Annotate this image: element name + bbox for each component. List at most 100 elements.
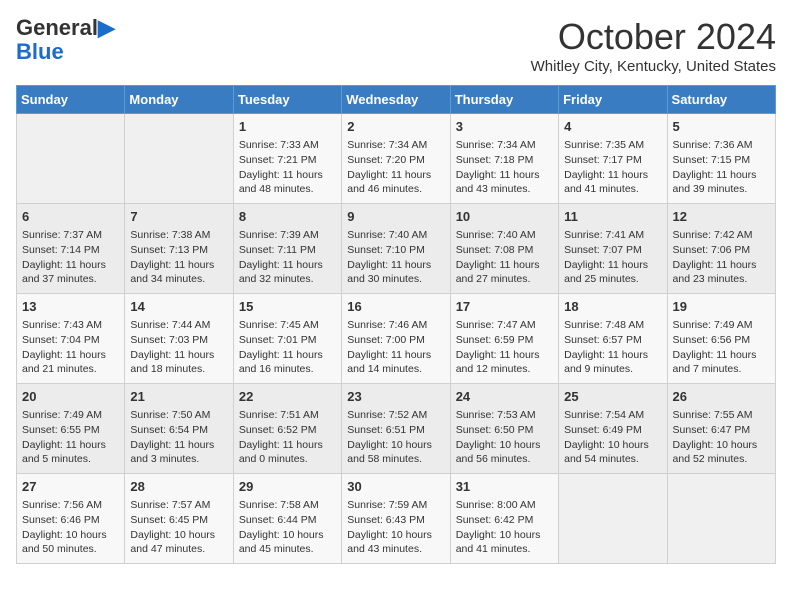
day-info-line: and 32 minutes. xyxy=(239,272,336,287)
day-info-line: Daylight: 10 hours xyxy=(673,438,770,453)
day-info-line: Daylight: 11 hours xyxy=(564,168,661,183)
day-number: 25 xyxy=(564,388,661,406)
day-info-line: Daylight: 11 hours xyxy=(130,438,227,453)
day-header-monday: Monday xyxy=(125,86,233,114)
calendar-cell: 20Sunrise: 7:49 AMSunset: 6:55 PMDayligh… xyxy=(17,384,125,474)
day-info-line: Sunrise: 7:49 AM xyxy=(22,408,119,423)
day-info-line: Sunset: 6:49 PM xyxy=(564,423,661,438)
day-info-line: and 21 minutes. xyxy=(22,362,119,377)
calendar-week-2: 6Sunrise: 7:37 AMSunset: 7:14 PMDaylight… xyxy=(17,204,776,294)
day-info-line: and 7 minutes. xyxy=(673,362,770,377)
title-block: October 2024 Whitley City, Kentucky, Uni… xyxy=(531,16,776,75)
day-info-line: Sunrise: 8:00 AM xyxy=(456,498,553,513)
calendar-cell: 23Sunrise: 7:52 AMSunset: 6:51 PMDayligh… xyxy=(342,384,450,474)
day-info-line: Daylight: 11 hours xyxy=(456,258,553,273)
day-info-line: Sunset: 6:50 PM xyxy=(456,423,553,438)
day-info-line: and 30 minutes. xyxy=(347,272,444,287)
day-info-line: Sunrise: 7:54 AM xyxy=(564,408,661,423)
day-number: 3 xyxy=(456,118,553,136)
day-header-sunday: Sunday xyxy=(17,86,125,114)
day-info-line: Sunset: 6:59 PM xyxy=(456,333,553,348)
day-info-line: Daylight: 11 hours xyxy=(22,258,119,273)
day-info-line: Sunrise: 7:38 AM xyxy=(130,228,227,243)
day-info-line: Daylight: 11 hours xyxy=(239,438,336,453)
calendar-week-1: 1Sunrise: 7:33 AMSunset: 7:21 PMDaylight… xyxy=(17,114,776,204)
day-info-line: Sunrise: 7:43 AM xyxy=(22,318,119,333)
day-info-line: Sunrise: 7:40 AM xyxy=(456,228,553,243)
day-info-line: Daylight: 10 hours xyxy=(347,438,444,453)
day-number: 14 xyxy=(130,298,227,316)
day-info-line: Daylight: 11 hours xyxy=(130,348,227,363)
day-info-line: Sunrise: 7:41 AM xyxy=(564,228,661,243)
day-number: 16 xyxy=(347,298,444,316)
calendar-cell: 25Sunrise: 7:54 AMSunset: 6:49 PMDayligh… xyxy=(559,384,667,474)
day-number: 9 xyxy=(347,208,444,226)
location: Whitley City, Kentucky, United States xyxy=(531,58,776,75)
calendar-cell xyxy=(667,474,775,564)
day-number: 27 xyxy=(22,478,119,496)
day-info-line: Daylight: 11 hours xyxy=(22,348,119,363)
day-info-line: and 56 minutes. xyxy=(456,452,553,467)
calendar-cell: 14Sunrise: 7:44 AMSunset: 7:03 PMDayligh… xyxy=(125,294,233,384)
calendar-cell: 16Sunrise: 7:46 AMSunset: 7:00 PMDayligh… xyxy=(342,294,450,384)
day-number: 13 xyxy=(22,298,119,316)
day-info-line: and 58 minutes. xyxy=(347,452,444,467)
day-number: 7 xyxy=(130,208,227,226)
day-info-line: Daylight: 11 hours xyxy=(347,258,444,273)
day-info-line: Sunset: 6:46 PM xyxy=(22,513,119,528)
day-info-line: Sunrise: 7:52 AM xyxy=(347,408,444,423)
calendar-cell: 8Sunrise: 7:39 AMSunset: 7:11 PMDaylight… xyxy=(233,204,341,294)
day-info-line: Daylight: 11 hours xyxy=(347,348,444,363)
day-info-line: Sunset: 7:13 PM xyxy=(130,243,227,258)
day-info-line: and 41 minutes. xyxy=(456,542,553,557)
day-number: 26 xyxy=(673,388,770,406)
day-info-line: Sunset: 7:04 PM xyxy=(22,333,119,348)
day-info-line: Sunrise: 7:57 AM xyxy=(130,498,227,513)
calendar-week-3: 13Sunrise: 7:43 AMSunset: 7:04 PMDayligh… xyxy=(17,294,776,384)
day-info-line: Sunset: 6:57 PM xyxy=(564,333,661,348)
calendar-cell: 30Sunrise: 7:59 AMSunset: 6:43 PMDayligh… xyxy=(342,474,450,564)
day-info-line: Daylight: 11 hours xyxy=(456,168,553,183)
day-info-line: Sunrise: 7:36 AM xyxy=(673,138,770,153)
day-info-line: Sunset: 7:11 PM xyxy=(239,243,336,258)
day-info-line: and 41 minutes. xyxy=(564,182,661,197)
day-number: 24 xyxy=(456,388,553,406)
day-info-line: and 14 minutes. xyxy=(347,362,444,377)
calendar-cell: 1Sunrise: 7:33 AMSunset: 7:21 PMDaylight… xyxy=(233,114,341,204)
calendar-week-4: 20Sunrise: 7:49 AMSunset: 6:55 PMDayligh… xyxy=(17,384,776,474)
day-number: 12 xyxy=(673,208,770,226)
calendar-cell: 21Sunrise: 7:50 AMSunset: 6:54 PMDayligh… xyxy=(125,384,233,474)
calendar-cell: 31Sunrise: 8:00 AMSunset: 6:42 PMDayligh… xyxy=(450,474,558,564)
day-info-line: Sunrise: 7:55 AM xyxy=(673,408,770,423)
day-info-line: Sunset: 7:20 PM xyxy=(347,153,444,168)
day-info-line: Sunset: 7:08 PM xyxy=(456,243,553,258)
day-header-tuesday: Tuesday xyxy=(233,86,341,114)
day-info-line: and 45 minutes. xyxy=(239,542,336,557)
day-info-line: Sunset: 6:47 PM xyxy=(673,423,770,438)
day-info-line: Sunrise: 7:46 AM xyxy=(347,318,444,333)
day-info-line: and 43 minutes. xyxy=(347,542,444,557)
day-info-line: Sunrise: 7:33 AM xyxy=(239,138,336,153)
day-info-line: Sunset: 6:43 PM xyxy=(347,513,444,528)
day-info-line: Daylight: 11 hours xyxy=(564,258,661,273)
calendar-cell: 12Sunrise: 7:42 AMSunset: 7:06 PMDayligh… xyxy=(667,204,775,294)
calendar-cell: 7Sunrise: 7:38 AMSunset: 7:13 PMDaylight… xyxy=(125,204,233,294)
day-info-line: Sunset: 6:54 PM xyxy=(130,423,227,438)
day-info-line: Sunset: 6:51 PM xyxy=(347,423,444,438)
day-info-line: and 3 minutes. xyxy=(130,452,227,467)
day-info-line: and 12 minutes. xyxy=(456,362,553,377)
day-info-line: Daylight: 11 hours xyxy=(673,168,770,183)
day-number: 28 xyxy=(130,478,227,496)
day-number: 11 xyxy=(564,208,661,226)
day-header-thursday: Thursday xyxy=(450,86,558,114)
day-info-line: and 50 minutes. xyxy=(22,542,119,557)
day-number: 30 xyxy=(347,478,444,496)
day-info-line: Sunset: 6:52 PM xyxy=(239,423,336,438)
day-info-line: Sunrise: 7:45 AM xyxy=(239,318,336,333)
logo-text: General▶ Blue xyxy=(16,16,115,64)
day-info-line: and 23 minutes. xyxy=(673,272,770,287)
day-info-line: Sunrise: 7:35 AM xyxy=(564,138,661,153)
calendar-cell: 29Sunrise: 7:58 AMSunset: 6:44 PMDayligh… xyxy=(233,474,341,564)
day-info-line: Daylight: 11 hours xyxy=(673,258,770,273)
calendar-cell: 28Sunrise: 7:57 AMSunset: 6:45 PMDayligh… xyxy=(125,474,233,564)
